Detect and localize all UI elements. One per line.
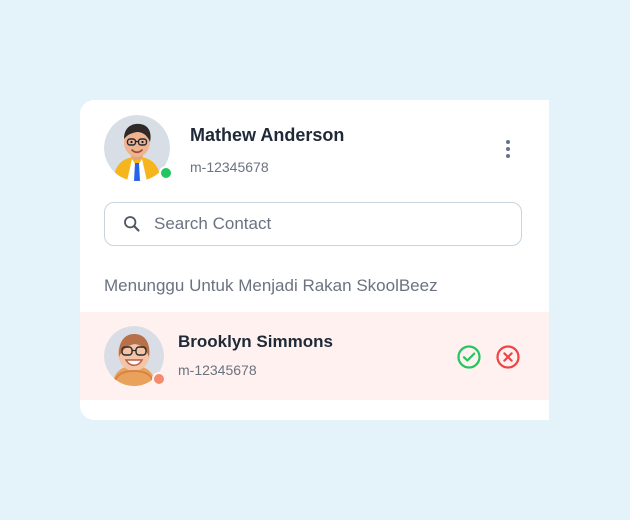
current-user-id: m-12345678 xyxy=(190,159,269,175)
contact-avatar[interactable] xyxy=(104,326,166,386)
contact-id: m-12345678 xyxy=(178,362,257,378)
contact-name: Brooklyn Simmons xyxy=(178,332,333,351)
offline-status-indicator xyxy=(152,372,166,386)
accept-contact-button[interactable] xyxy=(456,344,482,370)
vertical-dot-icon xyxy=(506,140,510,144)
search-icon xyxy=(124,216,140,232)
x-circle-icon xyxy=(496,345,520,369)
search-input[interactable] xyxy=(154,214,504,234)
search-contact-field[interactable] xyxy=(104,202,522,246)
vertical-dot-icon xyxy=(506,147,510,151)
current-user-name: Mathew Anderson xyxy=(190,125,345,145)
vertical-dot-icon xyxy=(506,154,510,158)
pending-friends-section-title: Menunggu Untuk Menjadi Rakan SkoolBeez xyxy=(104,276,438,295)
reject-contact-button[interactable] xyxy=(495,344,521,370)
online-status-indicator xyxy=(159,166,173,180)
current-user-header: Mathew Anderson m-12345678 xyxy=(80,100,549,200)
contacts-panel: Mathew Anderson m-12345678 Menunggu Untu… xyxy=(80,100,549,420)
current-user-avatar[interactable] xyxy=(104,115,173,181)
pending-contact-row: Brooklyn Simmons m-12345678 xyxy=(80,312,549,400)
check-circle-icon xyxy=(457,345,481,369)
more-options-button[interactable] xyxy=(498,136,518,162)
